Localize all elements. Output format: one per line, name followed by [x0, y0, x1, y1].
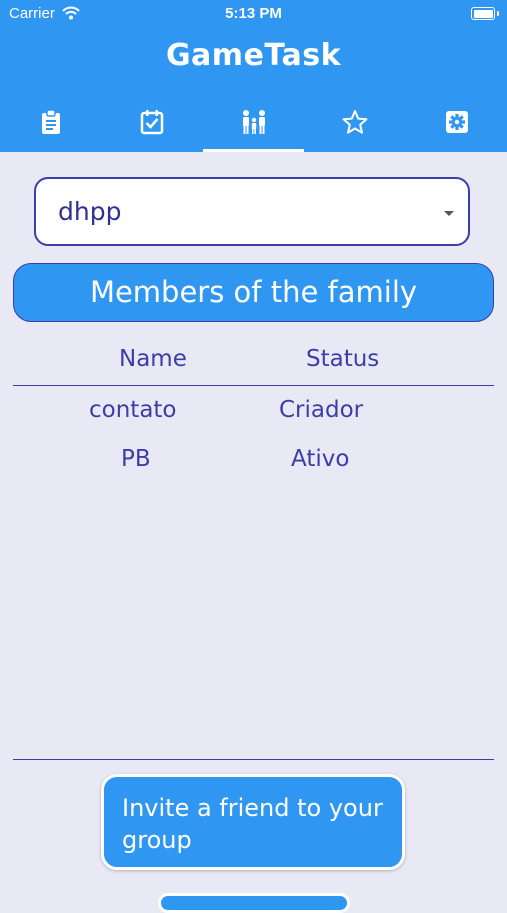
battery-icon: [471, 7, 499, 20]
app-header: Carrier 5:13 PM GameTask: [0, 0, 507, 152]
members-heading: Members of the family: [13, 263, 494, 322]
clipboard-icon: [40, 100, 62, 139]
tab-favorites[interactable]: [304, 100, 405, 152]
tab-tasks[interactable]: [0, 100, 101, 152]
tab-family[interactable]: [203, 100, 304, 152]
tab-bar: [0, 100, 507, 152]
family-select[interactable]: dhpp: [34, 177, 470, 246]
column-header-status: Status: [306, 346, 380, 372]
tab-completed[interactable]: [101, 100, 202, 152]
checkbox-icon: [140, 100, 164, 139]
bottom-button[interactable]: [158, 893, 350, 913]
member-status: Ativo: [291, 446, 350, 472]
column-header-name: Name: [119, 346, 187, 372]
table-header-divider: [13, 385, 494, 386]
member-name: contato: [89, 397, 177, 423]
tab-settings[interactable]: [406, 100, 507, 152]
family-select-value: dhpp: [58, 197, 122, 226]
status-bar: Carrier 5:13 PM: [0, 0, 507, 28]
family-icon: [240, 100, 268, 139]
invite-friend-button[interactable]: Invite a friend to your group: [101, 774, 405, 870]
table-footer-divider: [13, 759, 494, 760]
member-name: PB: [121, 446, 151, 472]
member-status: Criador: [279, 397, 364, 423]
chevron-down-icon: [444, 211, 454, 216]
gear-icon: [445, 100, 469, 139]
active-tab-indicator: [203, 149, 304, 152]
star-icon: [342, 100, 368, 139]
status-time: 5:13 PM: [225, 5, 282, 22]
app-title: GameTask: [165, 38, 342, 73]
